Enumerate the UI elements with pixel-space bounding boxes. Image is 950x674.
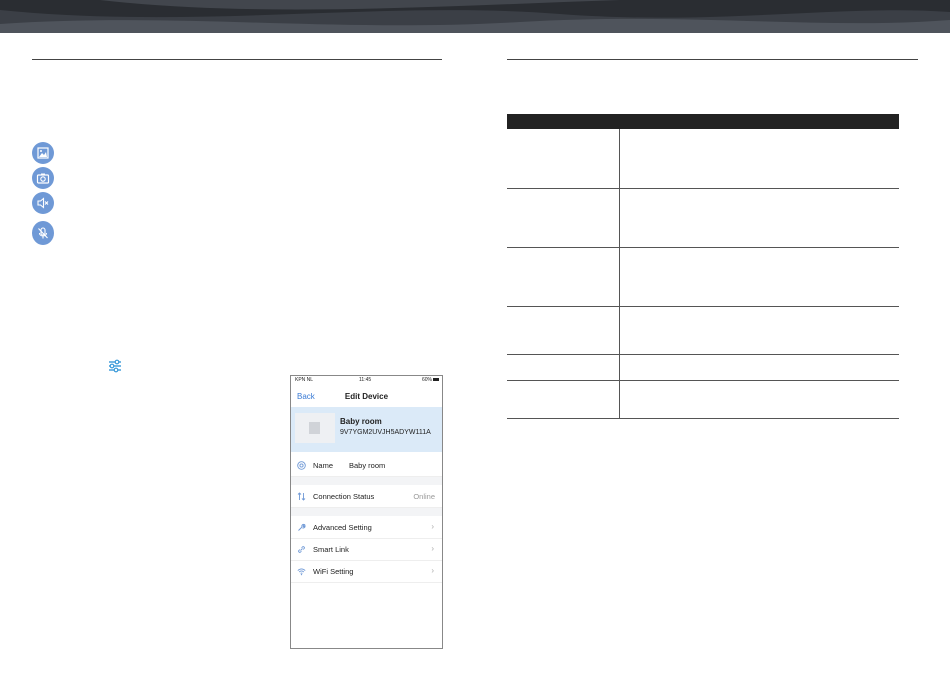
table-row: [507, 306, 899, 355]
table-row: [507, 354, 899, 381]
battery-icon: [433, 378, 439, 381]
table-row: [507, 247, 899, 307]
nav-title: Edit Device: [344, 392, 389, 401]
camera-icon: [32, 167, 54, 189]
table-row: [507, 129, 899, 189]
chevron-right-icon: ›: [431, 544, 434, 553]
table-header-cell: [507, 114, 620, 129]
table-cell: [507, 354, 620, 381]
table-cell: [507, 247, 620, 307]
phone-screenshot: KPN NL 11:45 60% Back Edit Device Baby r…: [290, 375, 443, 649]
sliders-icon: [107, 358, 123, 374]
table-cell: [619, 306, 899, 355]
clock-label: 11:45: [359, 377, 372, 383]
status-bar: KPN NL 11:45 60%: [291, 376, 442, 384]
wifi-setting-row[interactable]: WiFi Setting ›: [291, 561, 442, 583]
link-icon: [298, 546, 305, 553]
battery-label: 60%: [421, 377, 432, 383]
right-section-rule: [507, 59, 918, 60]
table-header-row: [507, 114, 899, 129]
name-value[interactable]: Baby room: [349, 461, 385, 470]
chevron-right-icon: ›: [431, 522, 434, 531]
connection-status-label: Connection Status: [313, 492, 375, 501]
table-row: [507, 188, 899, 248]
camera-placeholder-icon: [309, 422, 320, 434]
table-cell: [507, 380, 620, 419]
section-gap: [291, 477, 442, 485]
smart-link-row[interactable]: Smart Link ›: [291, 539, 442, 561]
table-cell: [619, 354, 899, 381]
device-id: 9V7YGM2UVJH5ADYW111A: [340, 429, 431, 436]
table-header-cell: [619, 114, 899, 129]
table-cell: [619, 188, 899, 248]
table-cell: [619, 129, 899, 189]
specification-table: [507, 114, 899, 419]
name-icon: [297, 461, 306, 470]
table-cell: [507, 129, 620, 189]
connection-status-row: Connection Status Online: [291, 486, 442, 508]
chevron-right-icon: ›: [431, 566, 434, 575]
connection-arrows-icon: [297, 492, 306, 501]
connection-status-value: Online: [413, 492, 435, 501]
carrier-label: KPN NL: [295, 377, 314, 383]
wrench-icon: [298, 523, 306, 531]
table-row: [507, 380, 899, 419]
speaker-mute-icon: [32, 192, 54, 214]
section-gap: [291, 508, 442, 516]
header-wave-graphic: [0, 0, 950, 33]
advanced-setting-row[interactable]: Advanced Setting ›: [291, 517, 442, 539]
wifi-setting-label: WiFi Setting: [313, 567, 354, 576]
wifi-icon: [297, 568, 306, 576]
table-cell: [619, 247, 899, 307]
device-name: Baby room: [340, 417, 382, 426]
gallery-icon: [32, 142, 54, 164]
device-thumbnail: [295, 413, 335, 443]
smart-link-label: Smart Link: [313, 545, 349, 554]
header-band: [0, 0, 950, 33]
left-section-rule: [32, 59, 442, 60]
table-cell: [507, 188, 620, 248]
name-row[interactable]: Name Baby room: [291, 455, 442, 477]
table-cell: [507, 306, 620, 355]
device-card[interactable]: Baby room 9V7YGM2UVJH5ADYW111A: [291, 407, 442, 452]
advanced-setting-label: Advanced Setting: [313, 523, 372, 532]
name-label: Name: [313, 461, 334, 470]
nav-bar: Back Edit Device: [291, 385, 442, 407]
mic-mute-icon: [32, 221, 54, 245]
table-cell: [619, 380, 899, 419]
